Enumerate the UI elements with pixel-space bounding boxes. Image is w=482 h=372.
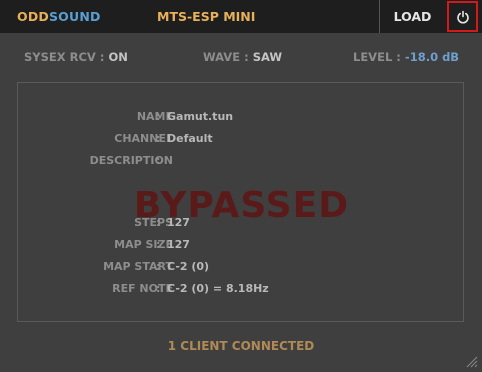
resize-grip-icon[interactable] bbox=[464, 354, 478, 368]
steps-separator: : bbox=[156, 216, 161, 229]
bypassed-overlay: BYPASSED bbox=[133, 185, 350, 226]
map-start-separator: : bbox=[156, 260, 161, 273]
wave-label: WAVE bbox=[203, 50, 241, 64]
description-label: DESCRIPTION bbox=[89, 154, 173, 167]
ref-note-value: C-2 (0) = 8.18Hz bbox=[167, 282, 269, 295]
description-separator: : bbox=[156, 154, 161, 167]
sysex-separator: : bbox=[99, 50, 105, 64]
sysex-label: SYSEX RCV bbox=[24, 50, 96, 64]
level-status: LEVEL : -18.0 dB bbox=[353, 50, 459, 64]
channel-label: CHANNEL bbox=[114, 132, 173, 145]
sysex-value: ON bbox=[108, 50, 128, 64]
map-size-separator: : bbox=[156, 238, 161, 251]
client-status: 1 CLIENT CONNECTED bbox=[167, 339, 315, 353]
ref-note-label: REF NOTE bbox=[112, 282, 173, 295]
channel-separator: : bbox=[156, 132, 161, 145]
map-start-label: MAP START bbox=[103, 260, 173, 273]
steps-value: 127 bbox=[167, 216, 190, 229]
name-separator: : bbox=[156, 110, 161, 123]
wave-separator: : bbox=[244, 50, 249, 64]
bypass-power-button[interactable] bbox=[447, 1, 478, 32]
level-label: LEVEL bbox=[353, 50, 393, 64]
brand-odd: ODD bbox=[17, 9, 49, 24]
ref-note-separator: : bbox=[156, 282, 161, 295]
header-bar: ODDSOUND MTS-ESP MINI LOAD bbox=[0, 0, 482, 33]
map-start-value: C-2 (0) bbox=[167, 260, 210, 273]
map-size-label: MAP SIZE bbox=[114, 238, 173, 251]
wave-value: SAW bbox=[252, 50, 283, 64]
power-icon bbox=[456, 10, 469, 24]
load-button[interactable]: LOAD bbox=[379, 0, 445, 33]
brand-sound: SOUND bbox=[48, 9, 101, 24]
wave-status: WAVE : SAW bbox=[203, 50, 282, 64]
map-size-value: 127 bbox=[167, 238, 190, 251]
app-title: MTS-ESP MINI bbox=[157, 9, 256, 24]
level-separator: : bbox=[396, 50, 401, 64]
brand-logo: ODDSOUND bbox=[17, 9, 101, 24]
tuning-info-panel: NAME : Gamut.tun CHANNEL : Default DESCR… bbox=[17, 82, 464, 322]
level-value: -18.0 dB bbox=[404, 50, 460, 64]
name-value: Gamut.tun bbox=[167, 110, 234, 123]
channel-value: Default bbox=[167, 132, 213, 145]
sysex-status: SYSEX RCV : ON bbox=[24, 50, 128, 64]
